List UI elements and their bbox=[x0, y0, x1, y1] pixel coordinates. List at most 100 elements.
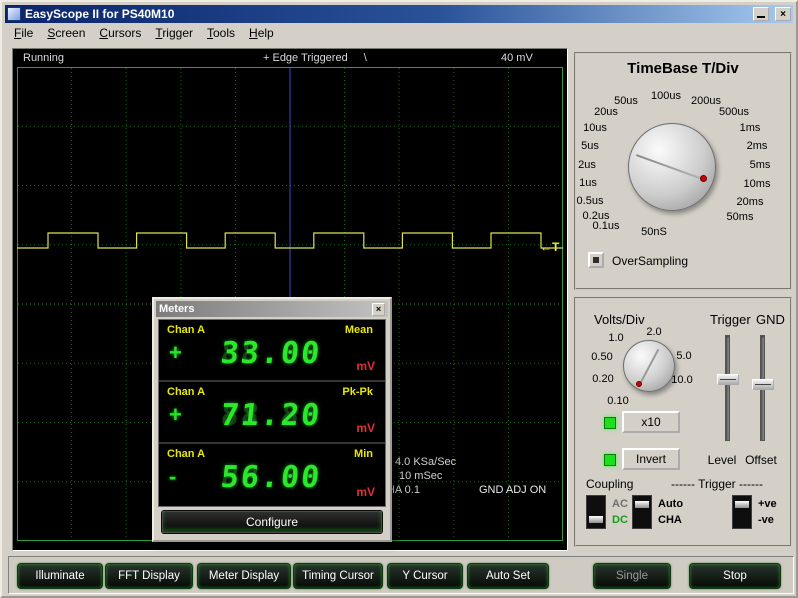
invert-led bbox=[604, 454, 616, 466]
meter-unit: mV bbox=[356, 485, 375, 499]
trigger-slope-positive-label: +ve bbox=[758, 498, 777, 510]
close-button[interactable]: × bbox=[775, 7, 791, 21]
timebase-label-200us: 200us bbox=[691, 95, 721, 107]
trigger-level-slider-handle[interactable] bbox=[717, 374, 739, 385]
timebase-label-20us: 20us bbox=[594, 106, 618, 118]
meter-row: Chan AMean+88.8833.00mV bbox=[159, 320, 385, 382]
trigger-level-readout: 40 mV bbox=[501, 52, 533, 64]
app-icon bbox=[7, 7, 21, 21]
menu-bar: FileScreenCursorsTriggerToolsHelp bbox=[5, 23, 793, 43]
volts-div-label-0.50: 0.50 bbox=[591, 351, 612, 363]
toolbar-button-illuminate[interactable]: Illuminate bbox=[17, 563, 103, 589]
trigger-slope-icon: \ bbox=[364, 52, 367, 64]
trigger-mode-cha-label: CHA bbox=[658, 514, 682, 526]
volts-div-label-5.0: 5.0 bbox=[676, 350, 691, 362]
gnd-adj-readout: GND ADJ ON bbox=[479, 484, 546, 496]
menu-item-help[interactable]: Help bbox=[242, 24, 281, 42]
meter-unit: mV bbox=[356, 359, 375, 373]
configure-button[interactable]: Configure bbox=[162, 511, 382, 533]
meter-unit: mV bbox=[356, 421, 375, 435]
menu-item-screen[interactable]: Screen bbox=[40, 24, 92, 42]
volts-div-label-2.0: 2.0 bbox=[646, 326, 661, 338]
window-title: EasyScope II for PS40M10 bbox=[25, 7, 749, 21]
meter-channel: Chan A bbox=[167, 324, 205, 336]
meters-body: Chan AMean+88.8833.00mVChan APk-Pk+88.88… bbox=[158, 319, 386, 507]
timebase-label-5us: 5us bbox=[581, 140, 599, 152]
toolbar-button-timing-cursor[interactable]: Timing Cursor bbox=[293, 563, 383, 589]
meter-row: Chan APk-Pk+88.8871.20mV bbox=[159, 382, 385, 444]
trigger-marker[interactable]: ←T bbox=[540, 240, 559, 254]
timebase-knob-pointer bbox=[700, 175, 707, 182]
toolbar-button-stop[interactable]: Stop bbox=[689, 563, 781, 589]
coupling-toggle-handle[interactable] bbox=[589, 516, 603, 523]
timebase-label-10ms: 10ms bbox=[744, 178, 771, 190]
coupling-toggle[interactable] bbox=[586, 495, 606, 529]
meter-stat: Pk-Pk bbox=[342, 386, 373, 398]
trigger-level-slider-track[interactable] bbox=[725, 335, 730, 441]
coupling-dc-label: DC bbox=[612, 514, 628, 526]
timebase-label-0.2us: 0.2us bbox=[583, 210, 610, 222]
oversampling-checkbox[interactable] bbox=[588, 252, 604, 268]
meter-channel: Chan A bbox=[167, 448, 205, 460]
minimize-button[interactable] bbox=[753, 7, 769, 21]
x10-button[interactable]: x10 bbox=[622, 411, 680, 433]
toolbar-button-auto-set[interactable]: Auto Set bbox=[467, 563, 549, 589]
vertical-trigger-panel: Volts/Div Trigger GND 1.0 2.0 5.0 10.0 0.50 0… bbox=[574, 297, 792, 547]
meter-sign: + bbox=[169, 402, 182, 428]
volts-div-label-1.0: 1.0 bbox=[608, 332, 623, 344]
seven-segment-value: 71.20 bbox=[191, 398, 351, 433]
volts-div-label-10.0: 10.0 bbox=[671, 374, 692, 386]
bottom-toolbar: IlluminateFFT DisplayMeter DisplayTiming… bbox=[8, 556, 794, 594]
trigger-mode-toggle[interactable] bbox=[632, 495, 652, 529]
timebase-label-0.5us: 0.5us bbox=[577, 195, 604, 207]
trigger-mode-toggle-handle[interactable] bbox=[635, 501, 649, 508]
meters-dialog-title: Meters bbox=[159, 303, 372, 315]
invert-button[interactable]: Invert bbox=[622, 448, 680, 470]
trigger-slope-toggle-handle[interactable] bbox=[735, 501, 749, 508]
meters-close-button[interactable]: × bbox=[372, 303, 385, 316]
menu-item-trigger[interactable]: Trigger bbox=[148, 24, 200, 42]
app-window: EasyScope II for PS40M10 × FileScreenCur… bbox=[0, 0, 798, 598]
sample-rate-readout: 4.0 KSa/Sec bbox=[395, 456, 456, 468]
meter-stat: Min bbox=[354, 448, 373, 460]
title-bar[interactable]: EasyScope II for PS40M10 × bbox=[5, 5, 793, 23]
meter-stat: Mean bbox=[345, 324, 373, 336]
timebase-label-50nS: 50nS bbox=[641, 226, 667, 238]
toolbar-button-single[interactable]: Single bbox=[593, 563, 671, 589]
trigger-slope-negative-label: -ve bbox=[758, 514, 774, 526]
volts-div-knob[interactable] bbox=[623, 340, 675, 392]
timebase-knob[interactable] bbox=[628, 123, 716, 211]
gnd-offset-slider-handle[interactable] bbox=[752, 379, 774, 390]
timebase-title: TimeBase T/Div bbox=[576, 60, 790, 77]
oversampling-label: OverSampling bbox=[612, 254, 688, 268]
seven-segment-value: 33.00 bbox=[191, 336, 351, 371]
run-status: Running bbox=[23, 52, 64, 64]
timebase-panel: TimeBase T/Div 50us100us200us500us1ms2ms… bbox=[574, 52, 792, 290]
trigger-slope-toggle[interactable] bbox=[732, 495, 752, 529]
volts-div-knob-pointer bbox=[636, 381, 642, 387]
meter-rows: Chan AMean+88.8833.00mVChan APk-Pk+88.88… bbox=[159, 320, 385, 506]
coupling-ac-label: AC bbox=[612, 498, 628, 510]
meter-sign: + bbox=[169, 340, 182, 366]
volts-div-title: Volts/Div bbox=[594, 312, 645, 327]
timebase-label-100us: 100us bbox=[651, 90, 681, 102]
toolbar-button-fft-display[interactable]: FFT Display bbox=[105, 563, 193, 589]
minimize-icon bbox=[757, 16, 765, 18]
level-label: Level bbox=[702, 453, 742, 467]
coupling-label: Coupling bbox=[586, 477, 633, 491]
toolbar-button-meter-display[interactable]: Meter Display bbox=[197, 563, 291, 589]
x10-led bbox=[604, 417, 616, 429]
menu-item-file[interactable]: File bbox=[7, 24, 40, 42]
toolbar-button-y-cursor[interactable]: Y Cursor bbox=[387, 563, 463, 589]
timebase-label-10us: 10us bbox=[583, 122, 607, 134]
menu-item-cursors[interactable]: Cursors bbox=[92, 24, 148, 42]
gnd-title: GND bbox=[756, 312, 785, 327]
offset-label: Offset bbox=[738, 453, 784, 467]
meters-dialog-titlebar[interactable]: Meters × bbox=[156, 301, 388, 317]
meter-sign: - bbox=[169, 464, 176, 490]
volts-div-label-0.20: 0.20 bbox=[592, 373, 613, 385]
menu-item-tools[interactable]: Tools bbox=[200, 24, 242, 42]
meter-channel: Chan A bbox=[167, 386, 205, 398]
trigger-title: Trigger bbox=[710, 312, 751, 327]
timebase-label-1ms: 1ms bbox=[740, 122, 761, 134]
